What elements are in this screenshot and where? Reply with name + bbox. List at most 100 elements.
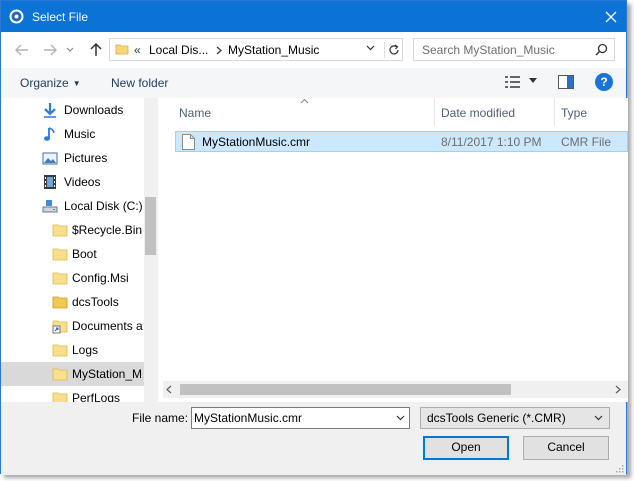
folder-icon [52,248,68,261]
column-header-date[interactable]: Date modified [435,98,555,126]
nav-item-dcstools[interactable]: dcsTools [1,290,144,314]
nav-item-boot[interactable]: Boot [1,242,144,266]
navigation-bar: « Local Dis... MyStation_Music Search My… [1,32,626,68]
file-name-input[interactable] [194,410,389,426]
nav-pane-scrollbar[interactable] [144,98,157,402]
folder-icon [52,224,68,237]
address-overflow[interactable]: « [134,43,141,57]
drive-icon [42,200,58,213]
nav-item-perflogs[interactable]: PerfLogs [1,386,144,402]
resize-grip-icon[interactable] [614,463,624,473]
nav-item-label: Config.Msi [72,271,129,285]
nav-item-label: MyStation_M [72,367,143,381]
nav-item-pictures[interactable]: Pictures [1,146,144,170]
nav-item-recycle-bin[interactable]: $Recycle.Bin [1,218,144,242]
forward-button[interactable] [41,41,59,59]
film-icon [44,175,56,189]
dialog-footer: File name: dcsTools Generic (*.CMR) Open… [1,402,626,475]
organize-label: Organize [20,76,69,90]
chevron-right-icon[interactable] [216,46,222,55]
nav-item-label: dcsTools [72,295,119,309]
nav-item-label: Downloads [64,103,124,117]
file-name-combobox[interactable] [191,407,410,429]
select-file-dialog: Select File « Local Dis... MyStation_Mus… [0,0,628,475]
help-button[interactable]: ? [595,73,613,91]
search-placeholder: Search MyStation_Music [422,43,555,57]
nav-item-mystation-music[interactable]: MyStation_M [1,362,144,386]
open-button[interactable]: Open [423,436,509,460]
folder-icon [115,44,129,55]
nav-item-documents[interactable]: Documents a [1,314,144,338]
nav-item-label: Music [64,127,96,141]
scrollbar-thumb[interactable] [180,384,511,395]
up-button[interactable] [87,41,105,59]
scroll-right-icon[interactable] [615,385,621,394]
file-type-filter[interactable]: dcsTools Generic (*.CMR) [420,407,610,429]
back-button[interactable] [13,41,31,59]
nav-item-label: $Recycle.Bin [72,223,142,237]
column-label: Name [179,106,212,120]
refresh-icon [388,44,399,55]
nav-item-downloads[interactable]: Downloads [1,98,144,122]
back-arrow-icon [15,44,28,56]
folder-icon [52,296,68,309]
column-header-name[interactable]: Name [163,98,435,126]
chevron-down-icon [66,47,74,52]
view-options-icon[interactable] [504,74,522,90]
chevron-down-icon[interactable] [529,78,537,84]
refresh-button[interactable] [384,42,402,58]
download-arrow-icon [44,103,56,118]
nav-item-label: Videos [64,175,101,189]
nav-item-label: Boot [72,247,97,261]
chevron-down-icon[interactable] [366,45,375,51]
file-row[interactable]: MyStationMusic.cmr 8/11/2017 1:10 PM CMR… [175,131,628,152]
file-type-filter-value: dcsTools Generic (*.CMR) [427,411,566,425]
breadcrumb-mystation-music[interactable]: MyStation_Music [228,43,319,57]
file-list: Name Date modified Type MyStationMusic.c… [163,98,628,402]
search-icon[interactable] [595,43,608,56]
scrollbar-thumb[interactable] [145,197,156,255]
organize-menu[interactable]: Organize ▼ [20,76,81,90]
title-bar: Select File [1,1,626,32]
chevron-down-icon[interactable] [396,415,405,421]
nav-item-label: Pictures [64,151,108,165]
recent-locations-button[interactable] [65,41,75,59]
scroll-left-icon[interactable] [166,385,172,394]
nav-item-local-disk[interactable]: Local Disk (C:) [1,194,144,218]
pictures-icon [42,152,58,165]
nav-item-logs[interactable]: Logs [1,338,144,362]
breadcrumb-local-disk[interactable]: Local Dis... [149,43,208,57]
new-folder-button[interactable]: New folder [111,76,168,90]
file-icon [182,134,195,150]
folder-shortcut-icon [52,320,68,334]
search-box[interactable]: Search MyStation_Music [413,38,615,61]
close-button[interactable] [596,1,626,32]
nav-item-music[interactable]: Music [1,122,144,146]
nav-item-label: PerfLogs [72,391,121,402]
folder-icon [52,368,68,381]
cancel-button[interactable]: Cancel [523,436,609,460]
folder-icon [52,272,68,285]
file-date: 8/11/2017 1:10 PM [441,135,542,149]
command-toolbar: Organize ▼ New folder ? [1,68,626,98]
nav-item-label: Local Disk (C:) [64,199,143,213]
file-name: MyStationMusic.cmr [202,135,311,149]
column-label: Type [561,106,588,120]
up-arrow-icon [90,43,102,56]
folder-icon [52,344,68,357]
app-icon [9,9,24,24]
window-title: Select File [32,10,89,24]
horizontal-scrollbar[interactable] [163,381,628,398]
preview-pane-icon[interactable] [558,75,574,89]
nav-item-config-msi[interactable]: Config.Msi [1,266,144,290]
file-name-label: File name: [132,411,189,425]
music-note-icon [44,127,55,141]
address-bar[interactable]: « Local Dis... MyStation_Music [109,38,403,61]
sort-ascending-icon [300,98,309,104]
chevron-down-icon: ▼ [72,79,81,88]
chevron-down-icon [594,415,603,421]
nav-item-videos[interactable]: Videos [1,170,144,194]
folder-icon [52,392,68,402]
navigation-pane: Downloads Music Pictures Videos Local Di… [1,98,157,402]
column-header-type[interactable]: Type [555,98,628,126]
